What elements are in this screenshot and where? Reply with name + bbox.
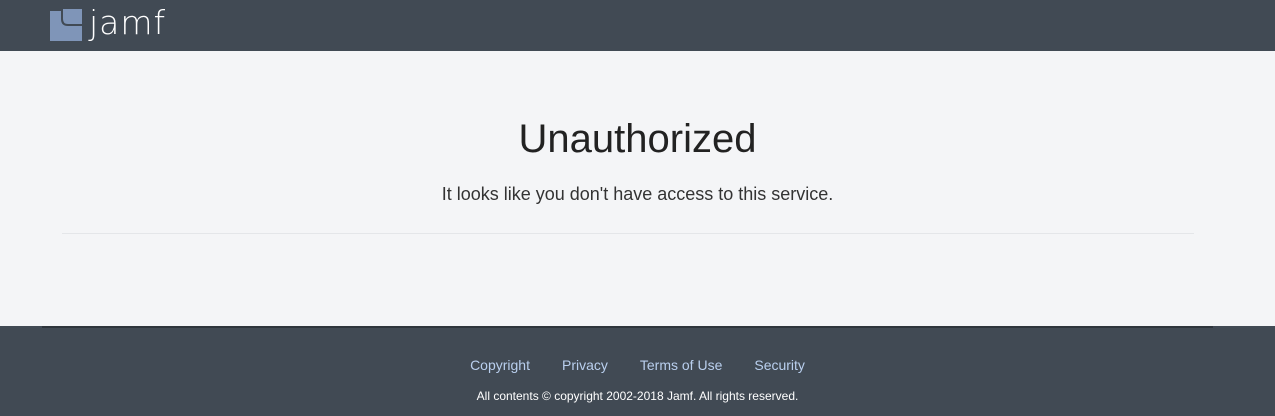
- page-title: Unauthorized: [518, 117, 757, 161]
- page-footer: Copyright Privacy Terms of Use Security …: [0, 326, 1275, 416]
- footer-link-terms-of-use[interactable]: Terms of Use: [640, 356, 722, 374]
- content-divider: [62, 233, 1194, 234]
- footer-links: Copyright Privacy Terms of Use Security: [0, 356, 1275, 374]
- footer-top-border: [42, 326, 1213, 328]
- footer-link-privacy[interactable]: Privacy: [562, 356, 608, 374]
- footer-link-security[interactable]: Security: [754, 356, 805, 374]
- top-header: jamf: [0, 0, 1275, 51]
- jamf-logo[interactable]: jamf: [50, 3, 167, 45]
- error-message: It looks like you don't have access to t…: [441, 184, 834, 204]
- footer-link-copyright[interactable]: Copyright: [470, 356, 530, 374]
- main-content: Unauthorized It looks like you don't hav…: [0, 51, 1275, 326]
- jamf-logo-icon: [50, 9, 82, 41]
- copyright-notice: All contents © copyright 2002-2018 Jamf.…: [476, 389, 799, 403]
- logo-wordmark: jamf: [89, 3, 167, 42]
